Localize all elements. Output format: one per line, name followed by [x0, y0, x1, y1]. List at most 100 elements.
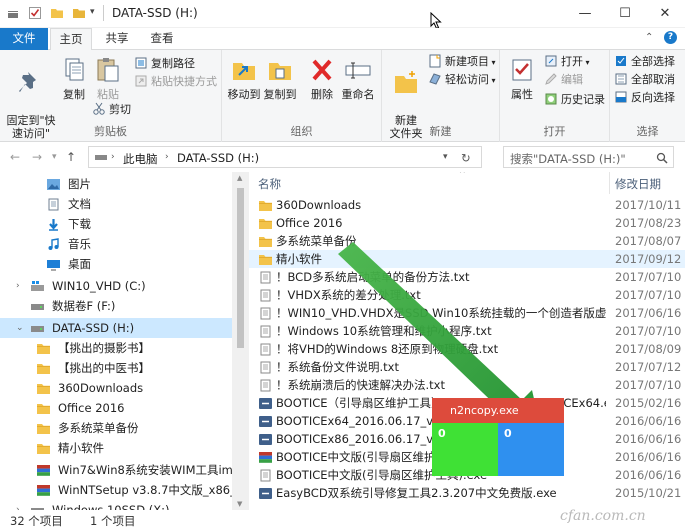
paste-shortcut-button[interactable]: 粘贴快捷方式: [134, 74, 217, 90]
tab-share[interactable]: 共享: [96, 28, 138, 50]
history-icon: [545, 93, 557, 105]
file-row[interactable]: EasyBCD双系统引导修复工具2.3.207中文免费版.exe 2015/10/…: [249, 484, 685, 502]
nav-item[interactable]: 【挑出的中医书】: [0, 358, 232, 378]
file-row[interactable]: ！系统备份文件说明.txt 2017/07/12: [249, 358, 685, 376]
help-icon[interactable]: ?: [664, 31, 677, 44]
column-divider[interactable]: [609, 172, 610, 194]
file-row[interactable]: ！VHDX系统的差分处理.txt 2017/07/10: [249, 286, 685, 304]
select-none-button[interactable]: 全部取消: [614, 72, 675, 88]
nav-item[interactable]: 【挑出的摄影书】: [0, 338, 232, 358]
nav-item[interactable]: › WIN10_VHD (C:): [0, 276, 232, 296]
address-row: ← → ▾ ↑ › 此电脑 › DATA-SSD (H:) ▾ ↻ 搜索"DAT…: [0, 142, 685, 172]
properties-button[interactable]: 属性: [504, 55, 540, 101]
file-date: 2015/02/16: [615, 396, 682, 410]
popup-left-panel[interactable]: 0: [432, 423, 498, 476]
scroll-thumb[interactable]: [237, 188, 244, 348]
file-row[interactable]: ！系统崩溃后的快速解决办法.txt 2017/07/10: [249, 376, 685, 394]
collapsed-chevron-icon[interactable]: ›: [16, 500, 20, 510]
new-group-label: 新建: [429, 125, 452, 138]
exe-icon: [258, 433, 272, 445]
customize-quick-access-icon[interactable]: ▾: [90, 7, 104, 21]
nav-item[interactable]: Office 2016: [0, 398, 232, 418]
file-date: 2017/06/16: [615, 306, 682, 320]
nav-item[interactable]: 数据卷F (F:): [0, 296, 232, 316]
new-folder-quick-icon[interactable]: [50, 6, 64, 20]
nav-item[interactable]: ⌄ DATA-SSD (H:): [0, 318, 232, 338]
nav-item-label: 数据卷F (F:): [52, 299, 116, 313]
collapsed-chevron-icon[interactable]: ›: [16, 276, 20, 296]
history-button[interactable]: 历史记录: [544, 92, 605, 108]
file-row[interactable]: 多系统菜单备份 2017/08/07: [249, 232, 685, 250]
delete-button[interactable]: 删除: [306, 55, 338, 101]
easy-access-button[interactable]: 轻松访问 ▾: [428, 72, 496, 89]
nav-item[interactable]: 多系统菜单备份: [0, 418, 232, 438]
file-row[interactable]: ！WIN10_VHD.VHDX是SSD Win10系统挂载的一个创造者版虚拟Wi…: [249, 304, 685, 322]
nav-item[interactable]: 图片: [0, 174, 232, 194]
scroll-down-icon[interactable]: ▼: [237, 500, 242, 508]
tab-view[interactable]: 查看: [141, 28, 183, 50]
nav-item[interactable]: Win7&Win8系统安装WIM工具image: [0, 460, 232, 480]
text-file-icon: [258, 271, 272, 284]
file-name: 多系统菜单备份: [276, 234, 357, 248]
nav-item[interactable]: 桌面: [0, 254, 232, 274]
nav-item[interactable]: 精小软件: [0, 438, 232, 458]
close-button[interactable]: ✕: [645, 0, 685, 28]
edit-button[interactable]: 编辑: [544, 72, 583, 88]
file-date: 2017/07/10: [615, 324, 682, 338]
copy-to-button[interactable]: 复制到: [262, 55, 298, 101]
up-arrow-icon[interactable]: ↑: [66, 150, 76, 164]
nav-item[interactable]: 音乐: [0, 234, 232, 254]
search-box[interactable]: 搜索"DATA-SSD (H:)": [503, 146, 674, 168]
rename-button[interactable]: 重命名: [340, 55, 376, 101]
paste-button[interactable]: 粘贴: [92, 55, 124, 101]
clipboard-group-label: 剪贴板: [94, 125, 127, 138]
file-row[interactable]: 360Downloads 2017/10/11: [249, 196, 685, 214]
nav-item-label: Office 2016: [58, 401, 125, 415]
nav-item[interactable]: › Windows 10SSD (X:): [0, 500, 232, 510]
file-row[interactable]: Office 2016 2017/08/23: [249, 214, 685, 232]
nav-item[interactable]: WinNTSetup v3.8.7中文版_x86_x64 (: [0, 480, 232, 500]
collapse-ribbon-icon[interactable]: ⌃: [645, 32, 653, 43]
column-header-date[interactable]: 修改日期: [615, 176, 661, 192]
address-history-chevron-icon[interactable]: ▾: [443, 152, 448, 162]
nav-item[interactable]: 360Downloads: [0, 378, 232, 398]
minimize-button[interactable]: —: [565, 0, 605, 28]
forward-arrow-icon[interactable]: →: [32, 150, 42, 164]
copy-to-icon: [269, 63, 291, 80]
tab-home[interactable]: 主页: [50, 28, 92, 51]
open-button[interactable]: 打开 ▾: [544, 54, 590, 71]
rename-label: 重命名: [341, 88, 375, 101]
new-item-button[interactable]: 新建项目 ▾: [428, 54, 496, 71]
breadcrumb-drive[interactable]: DATA-SSD (H:): [177, 151, 259, 165]
breadcrumb-this-pc[interactable]: 此电脑: [123, 151, 158, 167]
file-row[interactable]: 精小软件 2017/09/12: [249, 250, 685, 268]
rename-icon: [345, 62, 371, 79]
move-to-button[interactable]: 移动到: [226, 55, 262, 101]
nav-scrollbar[interactable]: ▲ ▼: [232, 172, 249, 510]
copy-button[interactable]: 复制: [58, 55, 90, 101]
tab-file[interactable]: 文件: [0, 28, 48, 50]
maximize-button[interactable]: ☐: [605, 0, 645, 28]
file-row[interactable]: ！将VHD的Windows 8还原到物理硬盘.txt 2017/08/09: [249, 340, 685, 358]
popup-right-panel[interactable]: 0: [498, 423, 564, 476]
file-row[interactable]: ！Windows 10系统管理和维护小程序.txt 2017/07/10: [249, 322, 685, 340]
file-row[interactable]: ！BCD多系统启动菜单的备份方法.txt 2017/07/10: [249, 268, 685, 286]
save-icon[interactable]: [6, 6, 20, 20]
back-arrow-icon[interactable]: ←: [10, 150, 20, 164]
select-all-button[interactable]: 全部选择: [614, 54, 675, 70]
column-header-name[interactable]: 名称: [258, 176, 281, 192]
refresh-icon[interactable]: ↻: [461, 151, 471, 165]
invert-selection-button[interactable]: 反向选择: [614, 90, 675, 106]
properties-check-icon[interactable]: [28, 6, 42, 20]
file-date: 2017/07/10: [615, 288, 682, 302]
expanded-chevron-icon[interactable]: ⌄: [16, 318, 24, 338]
nav-item[interactable]: 下载: [0, 214, 232, 234]
address-bar[interactable]: › 此电脑 › DATA-SSD (H:) ▾ ↻: [88, 146, 482, 168]
file-date: 2016/06/16: [615, 450, 682, 464]
copy-path-button[interactable]: 复制路径: [134, 56, 195, 72]
scroll-up-icon[interactable]: ▲: [237, 174, 242, 182]
nav-item[interactable]: 文档: [0, 194, 232, 214]
cut-button[interactable]: 剪切: [92, 102, 131, 118]
n2ncopy-popup[interactable]: n2ncopy.exe 0 0: [432, 398, 564, 476]
recent-locations-chevron-icon[interactable]: ▾: [52, 152, 57, 162]
